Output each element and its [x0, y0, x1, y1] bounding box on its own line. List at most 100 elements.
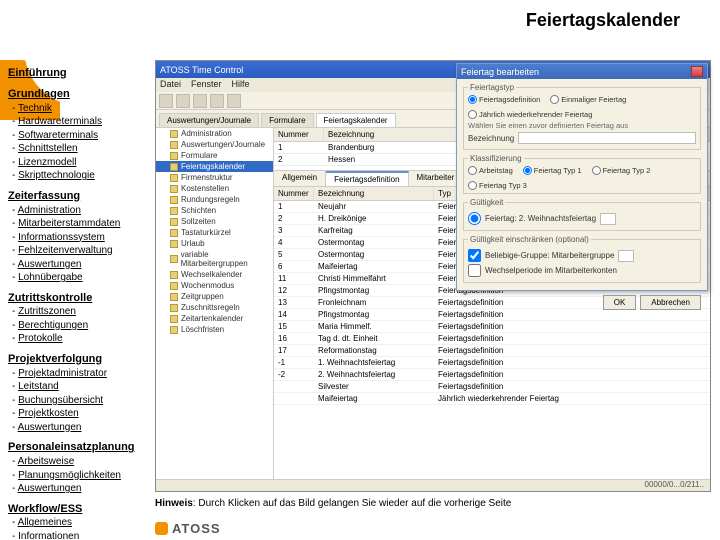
tree-item[interactable]: Formulare: [156, 150, 273, 161]
tree-item[interactable]: variable Mitarbeitergruppen: [156, 249, 273, 269]
app-screenshot[interactable]: ATOSS Time Control DateiFensterHilfe Sta…: [155, 60, 711, 492]
tree-item[interactable]: Kostenstellen: [156, 183, 273, 194]
toolbar-icon[interactable]: [210, 94, 224, 108]
ok-button[interactable]: OK: [603, 295, 637, 310]
fieldset-type: Feiertagstyp Feiertagsdefinition Einmali…: [463, 83, 701, 150]
class-radio[interactable]: [468, 166, 477, 175]
table-row[interactable]: MaifeiertagJährlich wiederkehrender Feie…: [274, 393, 710, 405]
menu-item[interactable]: Fenster: [191, 79, 222, 91]
nav-sub-link[interactable]: Fehlzeitenverwaltung: [18, 245, 113, 256]
tree-item[interactable]: Feiertagskalender: [156, 161, 273, 172]
limit-check1[interactable]: [468, 249, 481, 262]
nav-group-head[interactable]: Grundlagen: [8, 87, 70, 102]
table-row[interactable]: SilvesterFeiertagsdefinition: [274, 381, 710, 393]
nav-sub-link[interactable]: Informationssystem: [18, 232, 105, 243]
nav-sub-link[interactable]: Protokolle: [18, 333, 62, 344]
nav-sub-link[interactable]: Arbeitsweise: [18, 456, 75, 467]
fieldset-valid: Gültigkeit Feiertag: 2. Weihnachtsfeiert…: [463, 198, 701, 231]
tree-item[interactable]: Tastaturkürzel: [156, 227, 273, 238]
toolbar-icon[interactable]: [227, 94, 241, 108]
type-radio[interactable]: [550, 95, 559, 104]
tree-item[interactable]: Schichten: [156, 205, 273, 216]
tree-item[interactable]: Administration: [156, 128, 273, 139]
fieldset-limit: Gültigkeit einschränken (optional) Belie…: [463, 235, 701, 283]
table-row[interactable]: 15Maria Himmelf.Feiertagsdefinition: [274, 321, 710, 333]
left-navigation: Einführung Grundlagen- Technik- Hardware…: [8, 60, 150, 540]
nav-sub-link[interactable]: Leitstand: [18, 381, 59, 392]
cancel-button[interactable]: Abbrechen: [640, 295, 701, 310]
tree-item[interactable]: Wochenmodus: [156, 280, 273, 291]
nav-sub-link[interactable]: Planungsmöglichkeiten: [18, 470, 121, 481]
valid-radio[interactable]: [468, 212, 481, 225]
nav-sub-link[interactable]: Administration: [18, 205, 81, 216]
nav-sub-link[interactable]: Auswertungen: [18, 483, 82, 494]
nav-sub-link[interactable]: Technik: [18, 103, 52, 114]
nav-group-head[interactable]: Zutrittskontrolle: [8, 291, 92, 306]
type-radio[interactable]: [468, 110, 477, 119]
nav-sub-link[interactable]: Lohnübergabe: [18, 272, 83, 283]
status-bar: 00000/0...0/211..: [156, 479, 710, 491]
nav-sub-link[interactable]: Projektkosten: [18, 408, 79, 419]
tree-item[interactable]: Auswertungen/Journale: [156, 139, 273, 150]
edit-dialog: Feiertag bearbeiten Feiertagstyp Feierta…: [456, 63, 708, 291]
nav-sub-link[interactable]: Mitarbeiterstammdaten: [18, 218, 120, 229]
table-row[interactable]: 17ReformationstagFeiertagsdefinition: [274, 345, 710, 357]
tree-item[interactable]: Zuschnittsregeln: [156, 302, 273, 313]
tree-item[interactable]: Zeitartenkalender: [156, 313, 273, 324]
nav-sub-link[interactable]: Zutrittszonen: [18, 306, 76, 317]
valid-dropdown[interactable]: [600, 213, 616, 225]
toolbar-icon[interactable]: [193, 94, 207, 108]
hint-text: Hinweis: Durch Klicken auf das Bild gela…: [155, 498, 511, 509]
class-radio[interactable]: [592, 166, 601, 175]
nav-tree[interactable]: AdministrationAuswertungen/JournaleFormu…: [156, 128, 274, 479]
tree-item[interactable]: Wechselkalender: [156, 269, 273, 280]
nav-sub-link[interactable]: Hardwareterminals: [18, 116, 102, 127]
bezeichnung-input[interactable]: [518, 132, 696, 144]
nav-sub-link[interactable]: Auswertungen: [18, 422, 82, 433]
dialog-title: Feiertag bearbeiten: [461, 67, 539, 77]
nav-sub-link[interactable]: Projektadministrator: [18, 368, 107, 379]
window-title: ATOSS Time Control: [160, 65, 243, 75]
class-radio[interactable]: [468, 181, 477, 190]
main-tab[interactable]: Formulare: [261, 113, 313, 127]
sub-tab[interactable]: Allgemein: [274, 171, 326, 186]
menu-item[interactable]: Datei: [160, 79, 181, 91]
toolbar-icon[interactable]: [176, 94, 190, 108]
dialog-titlebar: Feiertag bearbeiten: [457, 64, 707, 79]
nav-sub-link[interactable]: Buchungsübersicht: [18, 395, 103, 406]
nav-group-head[interactable]: Personaleinsatzplanung: [8, 440, 135, 455]
table-row[interactable]: -22. WeihnachtsfeiertagFeiertagsdefiniti…: [274, 369, 710, 381]
nav-sub-link[interactable]: Schnittstellen: [18, 143, 77, 154]
nav-sub-link[interactable]: Softwareterminals: [18, 130, 98, 141]
nav-sub-link[interactable]: Allgemeines: [18, 517, 72, 528]
nav-sub-link[interactable]: Berechtigungen: [18, 320, 88, 331]
main-tab[interactable]: Auswertungen/Journale: [159, 113, 259, 127]
nav-sub-link[interactable]: Skripttechnologie: [18, 170, 95, 181]
limit-check2[interactable]: [468, 264, 481, 277]
tree-item[interactable]: Firmenstruktur: [156, 172, 273, 183]
sub-tab[interactable]: Feiertagsdefinition: [326, 171, 408, 186]
tree-item[interactable]: Urlaub: [156, 238, 273, 249]
nav-sub-link[interactable]: Informationen: [18, 531, 79, 540]
nav-sub-link[interactable]: Lizenzmodell: [18, 157, 76, 168]
tree-item[interactable]: Löschfristen: [156, 324, 273, 335]
tree-item[interactable]: Sollzeiten: [156, 216, 273, 227]
toolbar-icon[interactable]: [159, 94, 173, 108]
table-row[interactable]: -11. WeihnachtsfeiertagFeiertagsdefiniti…: [274, 357, 710, 369]
tree-item[interactable]: Zeitgruppen: [156, 291, 273, 302]
type-radio[interactable]: [468, 95, 477, 104]
fieldset-class: Klassifizierung Arbeitstag Feiertag Typ …: [463, 154, 701, 194]
dialog-close-icon[interactable]: [691, 66, 703, 77]
nav-group-head[interactable]: Workflow/ESS: [8, 502, 82, 517]
nav-sub-link[interactable]: Auswertungen: [18, 259, 82, 270]
nav-group-head[interactable]: Projektverfolgung: [8, 352, 102, 367]
main-tab[interactable]: Feiertagskalender: [316, 113, 396, 127]
nav-intro[interactable]: Einführung: [8, 66, 67, 81]
tree-item[interactable]: Rundungsregeln: [156, 194, 273, 205]
class-radio[interactable]: [523, 166, 532, 175]
table-row[interactable]: 16Tag d. dt. EinheitFeiertagsdefinition: [274, 333, 710, 345]
page-title: Feiertagskalender: [526, 10, 680, 31]
menu-item[interactable]: Hilfe: [232, 79, 250, 91]
footer-logo: ATOSS: [155, 521, 221, 536]
nav-group-head[interactable]: Zeiterfassung: [8, 189, 80, 204]
